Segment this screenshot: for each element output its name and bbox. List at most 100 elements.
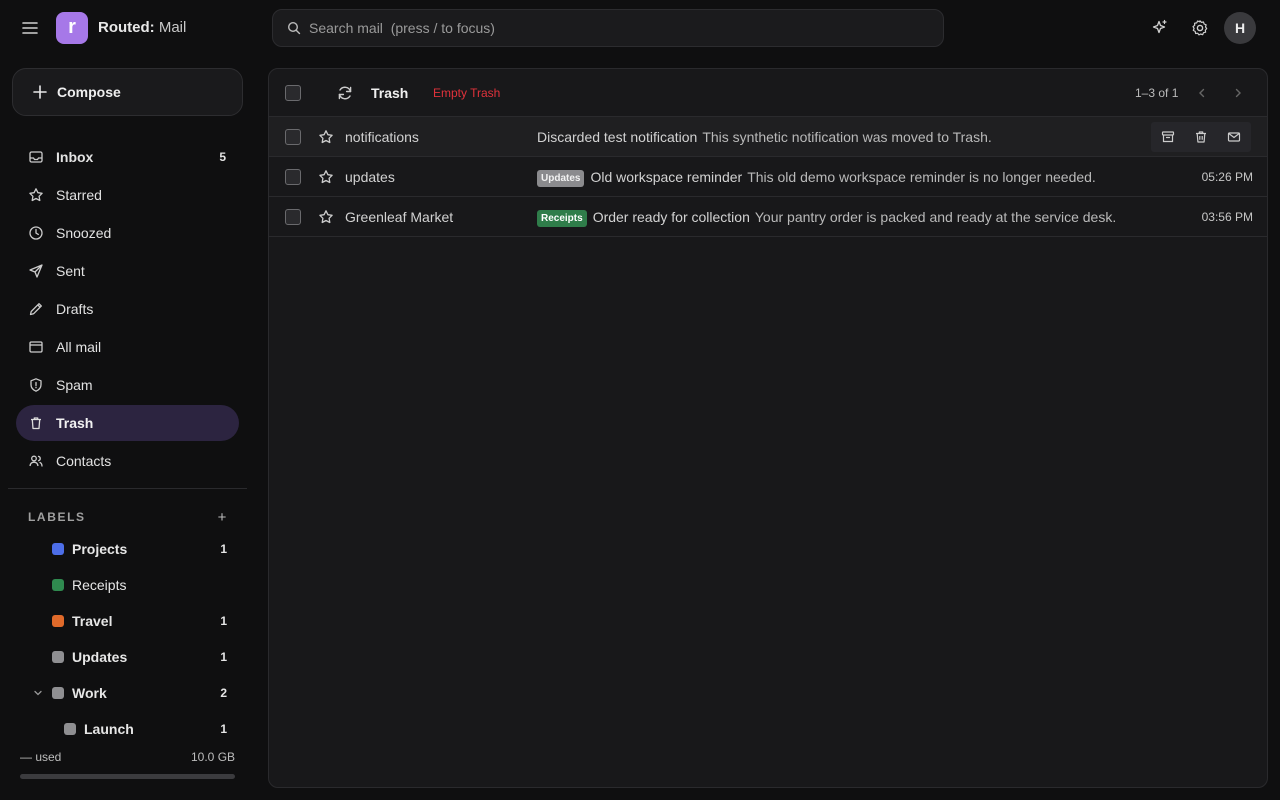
sidebar-item-label: Trash xyxy=(56,415,94,431)
star-icon xyxy=(319,170,333,184)
add-label-button[interactable]: + xyxy=(214,509,230,526)
empty-trash-button[interactable]: Empty Trash xyxy=(433,86,500,100)
folder-title: Trash xyxy=(371,85,409,101)
sidebar-item-spam[interactable]: Spam xyxy=(16,367,239,403)
label-tag-updates: Updates xyxy=(537,170,585,187)
sidebar-nav: Inbox 5 Starred Snoozed Sent Drafts All … xyxy=(16,139,239,481)
avatar-initial: H xyxy=(1234,20,1246,36)
star-toggle[interactable] xyxy=(317,208,335,226)
shield-icon xyxy=(30,378,42,392)
row-actions xyxy=(1151,122,1251,152)
email-checkbox[interactable] xyxy=(285,129,301,145)
menu-button[interactable] xyxy=(16,14,44,42)
app-title-bold: Routed: xyxy=(98,19,155,36)
label-count: 1 xyxy=(220,722,227,736)
sidebar-item-count: 5 xyxy=(219,150,226,164)
mail-panel: Trash Empty Trash 1–3 of 1 notifications… xyxy=(268,68,1268,788)
email-checkbox[interactable] xyxy=(285,209,301,225)
storage-used: — used xyxy=(20,750,62,764)
sidebar-item-label: Drafts xyxy=(56,301,94,317)
email-sender: updates xyxy=(345,169,395,185)
avatar[interactable]: H xyxy=(1224,12,1256,44)
sidebar-item-sent[interactable]: Sent xyxy=(16,253,239,289)
sidebar-item-starred[interactable]: Starred xyxy=(16,177,239,213)
label-tag-receipts: Receipts xyxy=(537,210,587,227)
settings-button[interactable] xyxy=(1186,14,1214,42)
sidebar-item-snoozed[interactable]: Snoozed xyxy=(16,215,239,251)
ai-assistant-button[interactable] xyxy=(1146,14,1174,42)
storage-bar xyxy=(20,774,235,779)
mark-unread-button[interactable] xyxy=(1224,127,1244,147)
trash-icon xyxy=(31,417,41,430)
email-row[interactable]: updates Updates Old workspace reminder Thi… xyxy=(269,157,1267,197)
email-sender: Greenleaf Market xyxy=(345,209,454,225)
email-snippet: Your pantry order is packed and ready at… xyxy=(754,209,1117,225)
email-content: Receipts Order ready for collection Your p… xyxy=(537,209,1157,227)
next-page-button[interactable] xyxy=(1229,84,1247,102)
archive-icon xyxy=(1161,131,1174,143)
app-title-rest: Mail xyxy=(154,19,187,36)
search-bar[interactable] xyxy=(272,9,944,47)
star-icon xyxy=(319,210,333,224)
search-icon xyxy=(287,21,301,35)
sidebar-item-label: Starred xyxy=(56,187,102,203)
archive-button[interactable] xyxy=(1158,127,1178,147)
refresh-button[interactable] xyxy=(335,83,355,103)
email-snippet: This synthetic notification was moved to… xyxy=(702,129,992,145)
users-icon xyxy=(29,455,43,467)
email-subject: Order ready for collection xyxy=(592,209,750,225)
email-content: Updates Old workspace reminder This old de… xyxy=(537,169,1157,187)
label-color-dot xyxy=(52,615,64,627)
chevron-left-icon xyxy=(1199,88,1205,98)
app-logo[interactable]: r xyxy=(56,12,88,44)
clock-icon xyxy=(29,226,43,240)
sidebar-divider xyxy=(8,488,247,489)
email-row[interactable]: Greenleaf Market Receipts Order ready for… xyxy=(269,197,1267,237)
search-input[interactable] xyxy=(309,20,909,36)
sidebar-item-trash[interactable]: Trash xyxy=(16,405,239,441)
sidebar-item-label: All mail xyxy=(56,339,102,355)
hamburger-icon xyxy=(22,22,38,34)
label-count: 1 xyxy=(220,650,227,664)
email-subject: Old workspace reminder xyxy=(590,169,743,185)
star-toggle[interactable] xyxy=(317,128,335,146)
label-color-dot xyxy=(52,579,64,591)
compose-button[interactable]: Compose xyxy=(12,68,243,116)
email-row[interactable]: notifications Discarded test notificatio… xyxy=(269,117,1267,157)
mail-icon xyxy=(1228,132,1241,142)
label-name: Updates xyxy=(72,649,128,665)
star-icon xyxy=(319,130,333,144)
select-all-checkbox[interactable] xyxy=(285,85,301,101)
label-item-projects[interactable]: Projects 1 xyxy=(52,531,234,567)
email-sender: notifications xyxy=(345,129,419,145)
chevron-down-icon[interactable] xyxy=(32,687,44,699)
email-time: 05:26 PM xyxy=(1201,170,1253,184)
label-count: 1 xyxy=(220,614,227,628)
previous-page-button[interactable] xyxy=(1193,84,1211,102)
pagination-count: 1–3 of 1 xyxy=(1135,86,1179,100)
delete-forever-button[interactable] xyxy=(1191,127,1211,147)
star-toggle[interactable] xyxy=(317,168,335,186)
sidebar-item-drafts[interactable]: Drafts xyxy=(16,291,239,327)
label-name: Work xyxy=(72,685,107,701)
star-icon xyxy=(29,188,43,202)
compose-label: Compose xyxy=(57,84,121,100)
label-item-work[interactable]: Work 2 xyxy=(32,675,234,711)
app-title: Routed: Mail xyxy=(98,19,186,36)
label-item-receipts[interactable]: Receipts xyxy=(52,567,234,603)
label-name: Receipts xyxy=(72,577,127,593)
sidebar-item-contacts[interactable]: Contacts xyxy=(16,443,239,479)
sidebar-item-all-mail[interactable]: All mail xyxy=(16,329,239,365)
email-checkbox[interactable] xyxy=(285,169,301,185)
inbox-icon xyxy=(29,151,43,163)
sidebar-item-inbox[interactable]: Inbox 5 xyxy=(16,139,239,175)
refresh-icon xyxy=(338,86,352,100)
label-item-travel[interactable]: Travel 1 xyxy=(52,603,234,639)
label-item-updates[interactable]: Updates 1 xyxy=(52,639,234,675)
label-item-launch[interactable]: Launch 1 xyxy=(64,711,234,747)
label-color-dot xyxy=(52,543,64,555)
mail-toolbar: Trash Empty Trash 1–3 of 1 xyxy=(269,69,1267,117)
email-content: Discarded test notification This syntheti… xyxy=(537,129,1157,145)
label-count: 2 xyxy=(220,686,227,700)
gear-icon xyxy=(1192,20,1208,36)
